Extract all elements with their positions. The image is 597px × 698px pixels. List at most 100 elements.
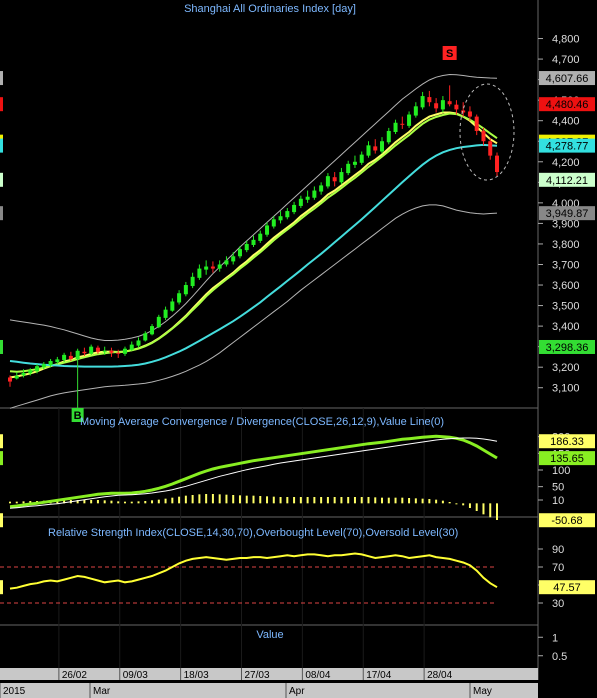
y-tick-label: 4,200 bbox=[552, 157, 580, 169]
macd-histogram-bar bbox=[178, 496, 181, 504]
candle-body bbox=[48, 361, 53, 366]
candle-body bbox=[352, 161, 357, 165]
value-panel: Value bbox=[256, 629, 283, 641]
value-tag-left-stub bbox=[0, 138, 3, 153]
candle-body bbox=[35, 366, 40, 372]
x-axis: 26/02 09/03 18/03 27/03 08/04 17/04 28/04 2015 M… bbox=[0, 668, 538, 698]
candle-body bbox=[265, 225, 270, 235]
value-tag-text: 135.65 bbox=[550, 453, 584, 465]
macd-histogram-bar bbox=[496, 503, 498, 520]
candle-body bbox=[231, 256, 236, 262]
candle-body bbox=[95, 347, 100, 352]
macd-histogram-bar bbox=[381, 497, 384, 504]
candle-body bbox=[420, 96, 425, 108]
x-tick-label: 09/03 bbox=[123, 670, 148, 681]
macd-histogram-bar bbox=[313, 497, 316, 504]
candle-body bbox=[129, 344, 134, 350]
macd-histogram-bar bbox=[123, 501, 126, 504]
candle-body bbox=[393, 122, 398, 132]
macd-histogram-bar bbox=[387, 497, 390, 504]
candle-body bbox=[217, 264, 222, 269]
macd-histogram-bar bbox=[489, 503, 492, 518]
macd-histogram-bar bbox=[205, 494, 208, 504]
macd-histogram-bar bbox=[367, 497, 370, 504]
stock-chart: Shanghai All Ordinaries Index [day] BS M… bbox=[0, 0, 595, 698]
macd-histogram-bar bbox=[441, 500, 444, 504]
candle-body bbox=[495, 155, 499, 173]
y-tick-label: 30 bbox=[552, 598, 564, 610]
y-tick-label: 4,700 bbox=[552, 54, 580, 66]
candle-body bbox=[319, 185, 324, 192]
macd-histogram-bar bbox=[184, 495, 187, 504]
price-panel: Shanghai All Ordinaries Index [day] BS bbox=[8, 3, 515, 422]
macd-histogram-bar bbox=[90, 500, 93, 504]
x-tick-label: 08/04 bbox=[305, 670, 330, 681]
candle-body bbox=[170, 301, 175, 311]
value-tag-text: 47.57 bbox=[553, 582, 581, 594]
candle-body bbox=[163, 309, 168, 318]
macd-histogram-bar bbox=[171, 497, 174, 504]
macd-histogram-bar bbox=[347, 497, 350, 504]
macd-histogram-bar bbox=[340, 497, 343, 504]
y-tick-label: 100 bbox=[552, 465, 570, 477]
macd-histogram-bar bbox=[96, 500, 99, 504]
macd-histogram-bar bbox=[191, 495, 194, 504]
y-tick-label: 3,800 bbox=[552, 239, 580, 251]
x-tick-label: 27/03 bbox=[245, 670, 270, 681]
macd-histogram-bar bbox=[164, 498, 167, 504]
macd-histogram-bar bbox=[137, 501, 140, 504]
candle-body bbox=[488, 141, 493, 156]
value-tag-left-stub bbox=[0, 172, 3, 187]
period-label: Mar bbox=[93, 686, 111, 697]
macd-histogram-bar bbox=[353, 497, 356, 504]
candle-body bbox=[224, 260, 229, 265]
candle-body bbox=[89, 346, 94, 354]
candle-body bbox=[413, 106, 418, 116]
price-line-3 bbox=[9, 73, 498, 341]
candle-body bbox=[454, 104, 459, 110]
candle-body bbox=[359, 154, 364, 163]
y-tick-label: 3,600 bbox=[552, 280, 580, 292]
candle-body bbox=[116, 352, 121, 354]
candle-body bbox=[8, 377, 12, 382]
macd-histogram-bar bbox=[360, 497, 363, 504]
macd-histogram-bar bbox=[103, 500, 106, 504]
value-tag-left-stub bbox=[0, 97, 3, 112]
macd-histogram-bar bbox=[245, 495, 248, 504]
candle-body bbox=[109, 350, 114, 353]
macd-histogram-bar bbox=[421, 498, 424, 504]
value-tag-left-stub bbox=[0, 206, 3, 221]
macd-histogram-bar bbox=[15, 501, 18, 504]
candle-body bbox=[62, 354, 67, 360]
macd-histogram-bar bbox=[468, 503, 471, 508]
candle-body bbox=[467, 111, 472, 117]
candle-body bbox=[434, 103, 439, 109]
macd-histogram-bar bbox=[252, 495, 255, 504]
x-tick-label: 28/04 bbox=[427, 670, 452, 681]
macd-histogram-bar bbox=[401, 497, 404, 504]
x-tick-label: 26/02 bbox=[62, 670, 87, 681]
candle-body bbox=[14, 375, 19, 379]
candle-body bbox=[244, 243, 249, 251]
macd-histogram-bar bbox=[266, 496, 269, 504]
macd-histogram-bar bbox=[320, 497, 323, 504]
rsi-panel-title: Relative Strength Index(CLOSE,14,30,70),… bbox=[48, 527, 458, 539]
candle-body bbox=[210, 266, 215, 269]
y-tick-label: 10 bbox=[552, 495, 564, 507]
candle-body bbox=[278, 216, 283, 221]
candle-body bbox=[481, 130, 486, 142]
candle-body bbox=[339, 172, 344, 183]
value-tag-text: 4,278.77 bbox=[546, 141, 589, 153]
candle-body bbox=[346, 163, 351, 174]
candle-body bbox=[474, 116, 479, 131]
macd-panel-title: Moving Average Convergence / Divergence(… bbox=[80, 416, 444, 428]
candle-body bbox=[122, 348, 127, 354]
candle-body bbox=[41, 364, 46, 368]
candle-body bbox=[440, 100, 445, 110]
macd-histogram-bar bbox=[482, 503, 485, 515]
macd-histogram-bar bbox=[130, 501, 133, 504]
y-tick-label: 3,200 bbox=[552, 362, 580, 374]
candle-body bbox=[380, 141, 385, 152]
macd-histogram-bar bbox=[293, 497, 296, 504]
macd-histogram-bar bbox=[211, 494, 214, 504]
